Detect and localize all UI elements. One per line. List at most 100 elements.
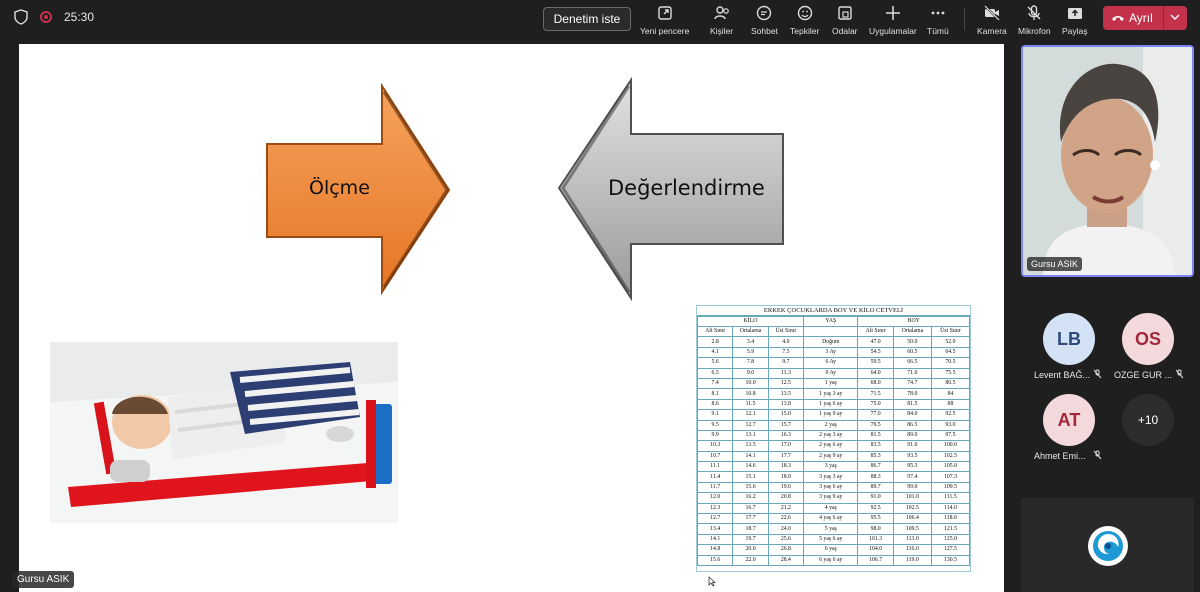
leave-label: Ayrıl [1129,11,1153,25]
table-cell: 17.7 [732,513,769,525]
more-actions-button[interactable]: Tümü [927,4,949,36]
table-header-row: Alt Sınır Ortalama Üst Sınır Alt Sınır Ortal… [696,325,971,338]
table-row: 4.1 5.9 7.5 3 Ay 54.5 60.5 64.5 [696,346,971,359]
table-cell: 6.5 [696,367,734,379]
table-cell: 22.6 [767,513,805,525]
table-cell: 17.0 [767,440,805,452]
reactions-label: Tepkiler [790,26,820,36]
table-cell: 119.0 [892,554,932,567]
table-cell: 13.5 [732,440,769,452]
table-row: 8.6 11.5 13.8 1 yaş 6 ay 75.0 81.5 88 [696,398,971,411]
table-cell: 10.0 [732,377,769,390]
table-row: 9.5 12.7 15.7 2 yaş 79.5 86.5 93.0 [696,419,971,431]
apps-button[interactable]: Uygulamalar [869,4,917,36]
camera-button[interactable]: Kamera [977,4,1007,36]
table-cell: 84 [930,388,971,400]
table-cell: 18.9 [767,471,805,483]
table-cell: 50.0 [892,336,932,348]
table-cell: 9.9 [696,429,734,442]
chat-button[interactable]: Sohbet [751,4,778,36]
table-cell: 8.6 [696,398,734,411]
more-participants-button[interactable]: +10 [1122,394,1174,446]
table-row: 12.3 16.7 21.2 4 yaş 92.5 102.5 114.0 [696,502,971,515]
table-cell: 102.5 [892,502,932,515]
participant-avatar-at[interactable]: AT [1043,394,1095,446]
table-cell: 20.8 [767,492,805,504]
table-cell: 86.7 [857,461,894,473]
table-cell: 75.5 [930,367,971,379]
table-row: 11.4 15.1 18.9 3 yaş 3 ay 88.3 97.4 107.3 [696,471,971,483]
table-cell: 9 Ay [803,367,859,379]
table-cell: 6 yaş 6 ay [803,554,859,567]
table-cell: 70.5 [930,357,971,369]
leave-divider [1163,6,1164,30]
table-cell: 13.4 [696,523,734,535]
shared-screen: Ölçme Değerlendirme ERKEK ÇOCUKLARDA BOY… [19,44,1004,592]
shield-icon [14,9,28,25]
table-cell: 12.7 [732,419,769,431]
rooms-button[interactable]: Odalar [832,4,858,36]
table-row: 9.1 12.1 15.0 1 yaş 9 ay 77.0 84.0 92.5 [696,409,971,421]
table-cell: 99.0 [892,481,932,494]
left-arrow-label: Ölçme [309,177,370,199]
rooms-icon [838,6,852,20]
chevron-down-icon[interactable] [1169,11,1181,23]
table-cell: 47.0 [857,336,894,348]
table-cell: 9.1 [696,409,734,421]
table-cell: 14.1 [696,533,734,546]
table-cell: 79.5 [857,419,894,431]
table-cell: 64.5 [930,346,971,359]
participant-avatar-lb[interactable]: LB [1043,313,1095,365]
more-label: Tümü [927,26,949,36]
table-cell: 14.1 [732,450,769,463]
table-cell: 78.0 [892,388,932,400]
table-cell: 95.3 [892,461,932,473]
table-cell: 5 yaş [803,523,859,535]
table-cell: 15.7 [767,419,805,431]
table-cell: 5.6 [696,357,734,369]
toolbar-divider [964,8,965,30]
participant-avatar-os[interactable]: OS [1122,313,1174,365]
table-row: 11.1 14.6 18.3 3 yaş 86.7 95.3 105.0 [696,461,971,473]
table-cell: 71.0 [892,367,932,379]
column-header: Ortalama [892,325,932,338]
table-cell: 20.0 [732,544,769,556]
people-button[interactable]: Kişiler [710,4,733,36]
participant-name-at: Ahmet Emi... [1034,451,1086,461]
table-cell: 3 yaş 6 ay [803,481,859,494]
mic-off-icon [1093,450,1102,460]
table-cell: 3 yaş [803,461,859,473]
table-cell: 77.0 [857,409,894,421]
table-cell: 11.3 [767,367,805,379]
table-cell: 16.7 [732,502,769,515]
new-window-icon [657,6,672,20]
leave-button[interactable]: Ayrıl [1103,6,1187,30]
self-video-tile[interactable]: Gursu ASIK [1021,45,1194,277]
new-window-button[interactable]: Yeni pencere [640,4,689,36]
table-cell: 3 yaş 3 ay [803,471,859,483]
table-cell: 28.4 [767,554,805,567]
table-cell: 85.3 [857,450,894,463]
table-cell: 12.5 [767,377,805,390]
table-cell: 74.7 [892,377,932,390]
table-cell: 83.5 [857,440,894,452]
table-cell: 11.4 [696,471,734,483]
share-button[interactable]: Paylaş [1062,4,1088,36]
table-cell: 107.3 [930,471,971,483]
share-icon [1067,8,1082,19]
request-control-button[interactable]: Denetim iste [543,7,631,31]
microphone-button[interactable]: Mikrofon [1018,4,1051,36]
baby-measuring-photo [50,342,398,523]
reactions-button[interactable]: Tepkiler [790,4,819,36]
table-cell: 109.5 [930,481,971,494]
reactions-icon [797,5,812,21]
table-cell: 14.8 [696,544,734,556]
screen-share-tile[interactable] [1021,498,1194,592]
table-row: 7.4 10.0 12.5 1 yaş 68.0 74.7 80.5 [696,377,971,390]
table-cell: 88 [930,398,971,411]
participant-video-frame [1023,47,1192,275]
table-cell: 24.0 [767,523,805,535]
table-cell: 10.7 [696,450,734,463]
table-cell: 9.0 [732,367,769,379]
table-cell: 89.0 [892,429,932,442]
